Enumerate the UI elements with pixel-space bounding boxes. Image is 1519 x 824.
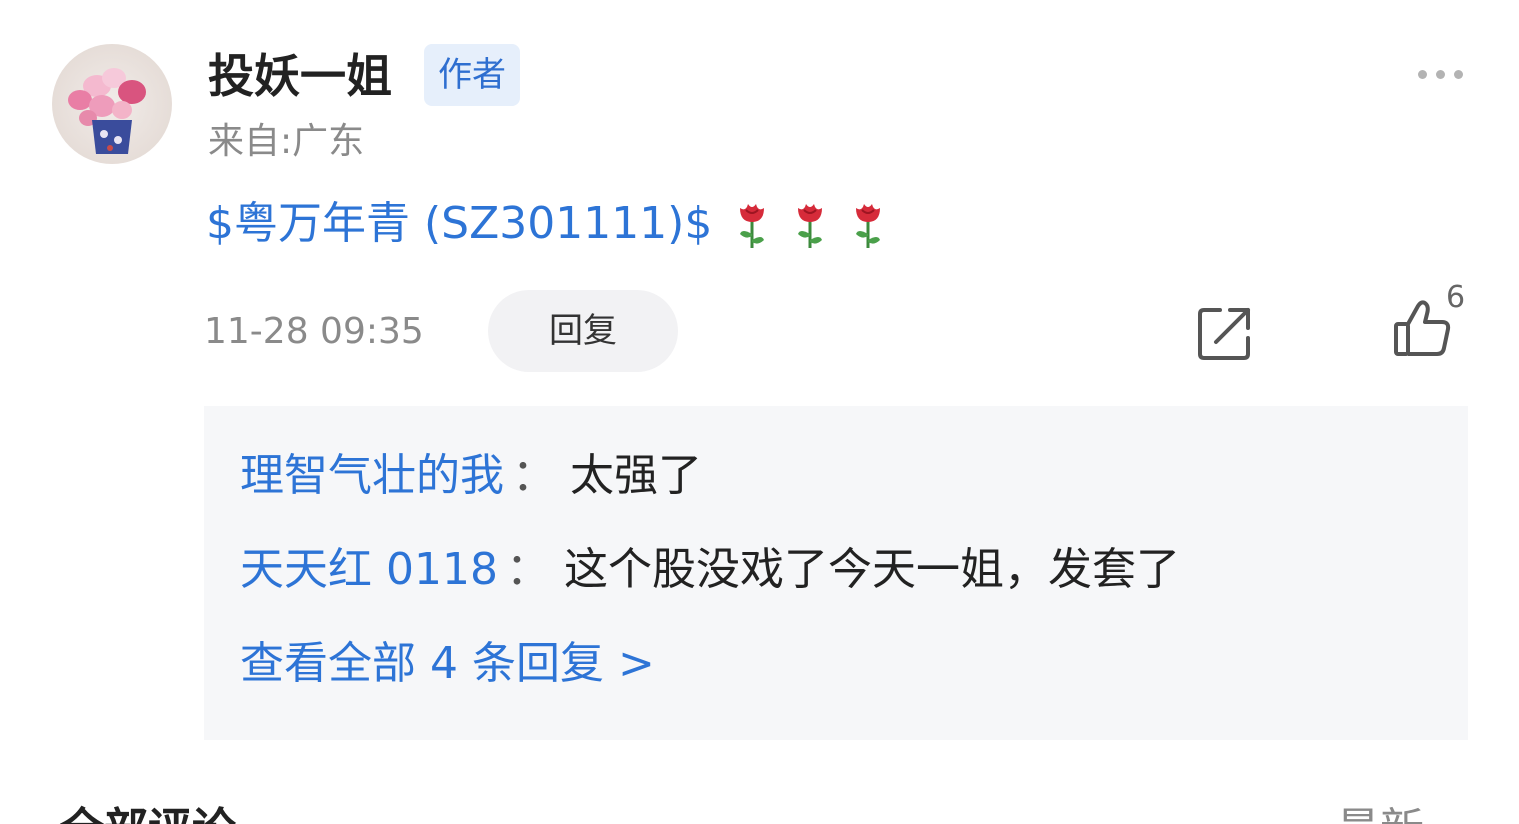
reply-button[interactable]: 回复 xyxy=(488,290,678,372)
comment-timestamp: 11-28 09:35 xyxy=(204,311,424,352)
author-location: 来自:广东 xyxy=(208,121,365,162)
stock-link[interactable]: $粤万年青 (SZ301111)$ xyxy=(206,194,712,254)
author-name[interactable]: 投妖一姐 xyxy=(208,46,392,106)
reply-author[interactable]: 理智气壮的我 xyxy=(240,450,504,501)
rose-icon xyxy=(856,204,881,248)
sort-latest-button[interactable]: 最新 xyxy=(1336,800,1424,824)
rose-icon xyxy=(798,204,823,248)
comment-page: 投妖一姐 作者 来自:广东 $粤万年青 (SZ301111)$ 11-28 09… xyxy=(0,0,1519,824)
comment-content: $粤万年青 (SZ301111)$ xyxy=(206,194,886,254)
reply-item[interactable]: 天天红 0118： 这个股没戏了今天一姐，发套了 xyxy=(240,540,1180,600)
flower-bouquet-avatar-icon xyxy=(68,68,146,154)
reply-separator: ： xyxy=(505,544,550,595)
more-dots-icon[interactable] xyxy=(1400,58,1480,90)
view-all-replies-link[interactable]: 查看全部 4 条回复 > xyxy=(240,634,655,694)
avatar[interactable] xyxy=(52,44,172,164)
author-badge: 作者 xyxy=(424,44,520,106)
like-count: 6 xyxy=(1446,280,1466,315)
all-comments-heading: 全部评论 xyxy=(60,800,236,824)
reply-author[interactable]: 天天红 0118 xyxy=(240,544,498,595)
replies-box: 理智气壮的我：太强了 天天红 0118：这个股没戏了今天一姐，发套了 查看全部 … xyxy=(204,406,1468,740)
reply-text: 太强了 xyxy=(570,450,702,501)
reply-item[interactable]: 理智气壮的我： 太强了 xyxy=(240,446,702,506)
share-icon[interactable] xyxy=(1196,302,1256,362)
reply-text: 这个股没戏了今天一姐，发套了 xyxy=(563,544,1180,595)
rose-icon xyxy=(740,204,765,248)
thumbs-up-icon[interactable] xyxy=(1392,298,1452,360)
reply-separator: ： xyxy=(512,450,556,501)
